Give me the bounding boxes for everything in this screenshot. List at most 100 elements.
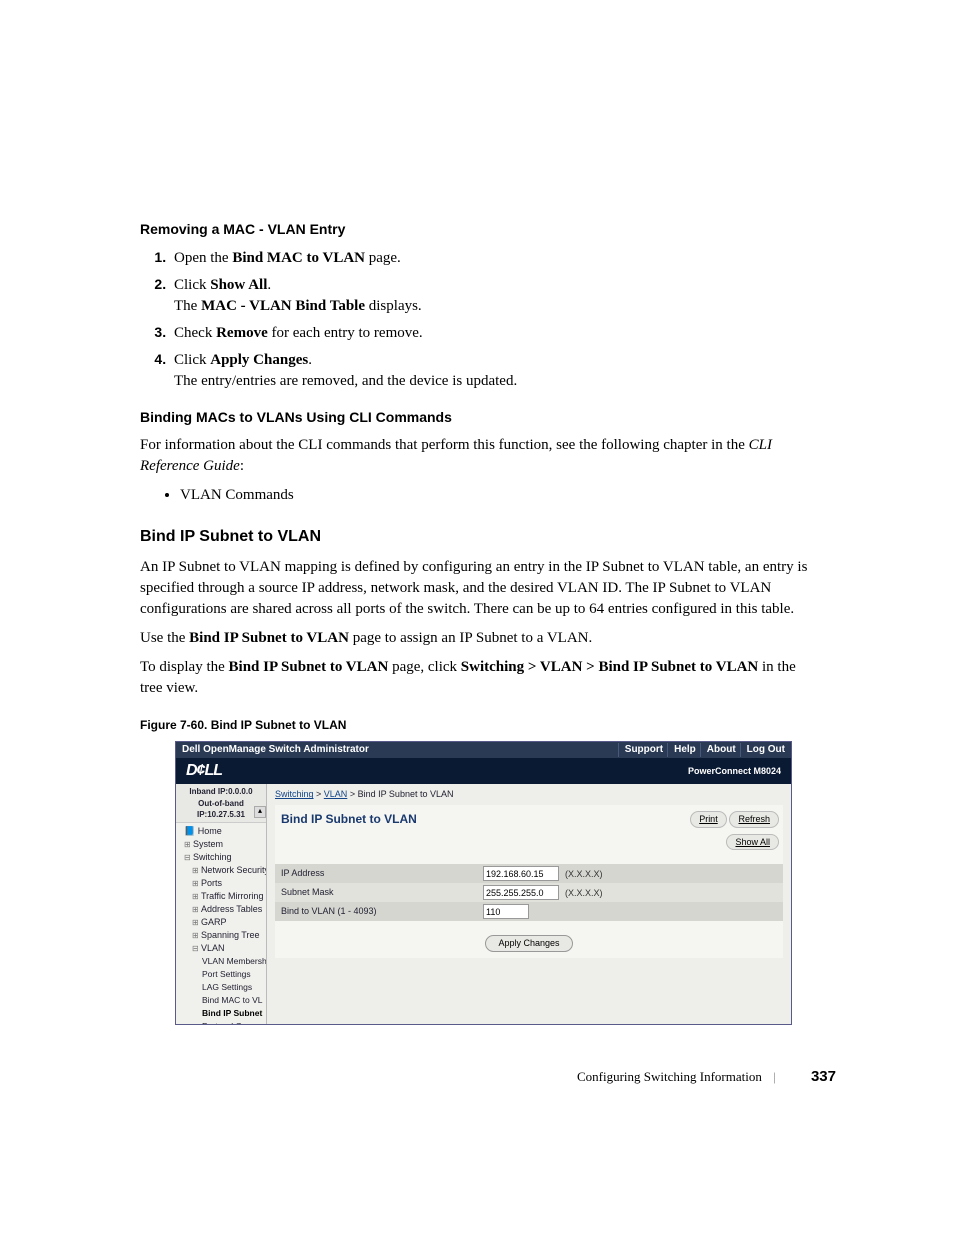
form-table: IP Address (X.X.X.X) Subnet Mask (X.X.X.… (275, 864, 783, 921)
nav-help[interactable]: Help (667, 743, 696, 757)
footer-separator: | (773, 1069, 776, 1084)
text: To display the (140, 659, 229, 675)
row-bind-vlan: Bind to VLAN (1 - 4093) (275, 902, 783, 921)
page-number: 337 (811, 1068, 836, 1085)
step-sub-end: displays. (365, 298, 422, 314)
tree-bind-ip-subnet[interactable]: Bind IP Subnet (180, 1007, 266, 1020)
crumb-vlan[interactable]: VLAN (324, 789, 348, 799)
step-bold: Show All (210, 277, 267, 293)
step-text-end: . (308, 352, 312, 368)
breadcrumb: Switching > VLAN > Bind IP Subnet to VLA… (267, 784, 791, 805)
panel-title: Bind IP Subnet to VLAN (281, 811, 417, 828)
step-text-end: page. (365, 250, 401, 266)
step-sub: The (174, 298, 201, 314)
scroll-up-icon[interactable]: ▴ (254, 806, 266, 818)
oob-ip: Out-of-band IP:10.27.5.31 (179, 798, 263, 820)
crumb-current: Bind IP Subnet to VLAN (358, 789, 454, 799)
step-bold: Apply Changes (210, 352, 308, 368)
tree-vlan-membership[interactable]: VLAN Membersh (180, 955, 266, 968)
hint-ip: (X.X.X.X) (559, 869, 603, 879)
input-subnet-mask[interactable] (483, 885, 559, 900)
hint-mask: (X.X.X.X) (559, 888, 603, 898)
nav-tree: 📘 Home System Switching Network Security… (176, 823, 266, 1024)
step-4: Click Apply Changes. The entry/entries a… (170, 350, 810, 392)
paragraph-cli: For information about the CLI commands t… (140, 435, 810, 477)
brand-bar: D¢LL PowerConnect M8024 (176, 758, 791, 784)
paragraph-bind3: To display the Bind IP Subnet to VLAN pa… (140, 657, 810, 699)
label-subnet-mask: Subnet Mask (275, 883, 477, 902)
footer-section: Configuring Switching Information (577, 1069, 762, 1084)
screenshot-panel: Dell OpenManage Switch Administrator Sup… (175, 741, 792, 1025)
tree-home[interactable]: 📘 Home (180, 825, 266, 838)
step-text: Check (174, 325, 216, 341)
tree-system[interactable]: System (180, 838, 266, 851)
ip-info: Inband IP:0.0.0.0 Out-of-band IP:10.27.5… (176, 784, 266, 823)
paragraph-bind2: Use the Bind IP Subnet to VLAN page to a… (140, 628, 810, 649)
step-text: Click (174, 352, 210, 368)
nav-support[interactable]: Support (618, 743, 663, 757)
text-bold: Switching > VLAN > Bind IP Subnet to VLA… (461, 659, 758, 675)
step-2: Click Show All. The MAC - VLAN Bind Tabl… (170, 275, 810, 317)
window-title: Dell OpenManage Switch Administrator (182, 743, 369, 757)
step-bold: Bind MAC to VLAN (232, 250, 365, 266)
tree-spanning-tree[interactable]: Spanning Tree (180, 929, 266, 942)
label-ip-address: IP Address (275, 864, 477, 883)
step-text: Click (174, 277, 210, 293)
tree-bind-mac[interactable]: Bind MAC to VL (180, 994, 266, 1007)
step-3: Check Remove for each entry to remove. (170, 323, 810, 344)
tree-vlan[interactable]: VLAN (180, 942, 266, 955)
text-bold: Bind IP Subnet to VLAN (229, 659, 389, 675)
window-title-bar: Dell OpenManage Switch Administrator Sup… (176, 742, 791, 758)
steps-list: Open the Bind MAC to VLAN page. Click Sh… (140, 248, 810, 392)
bullet-list: VLAN Commands (180, 485, 810, 506)
refresh-button[interactable]: Refresh (729, 811, 779, 828)
row-ip-address: IP Address (X.X.X.X) (275, 864, 783, 883)
tree-ports[interactable]: Ports (180, 877, 266, 890)
heading-remove-mac-vlan: Removing a MAC - VLAN Entry (140, 220, 810, 240)
tree-protocol-group[interactable]: Protocol Group (180, 1020, 266, 1024)
dell-logo: D¢LL (186, 760, 222, 782)
document-body: Removing a MAC - VLAN Entry Open the Bin… (140, 220, 810, 1025)
step-sub-bold: MAC - VLAN Bind Table (201, 298, 365, 314)
crumb-switching[interactable]: Switching (275, 789, 314, 799)
print-button[interactable]: Print (690, 811, 727, 828)
text: For information about the CLI commands t… (140, 437, 749, 453)
main-panel: Switching > VLAN > Bind IP Subnet to VLA… (267, 784, 791, 1024)
nav-about[interactable]: About (700, 743, 736, 757)
step-bold: Remove (216, 325, 268, 341)
nav-logout[interactable]: Log Out (740, 743, 785, 757)
tree-traffic-mirroring[interactable]: Traffic Mirroring (180, 890, 266, 903)
tree-network-security[interactable]: Network Security (180, 864, 266, 877)
paragraph-bind1: An IP Subnet to VLAN mapping is defined … (140, 557, 810, 620)
tree-garp[interactable]: GARP (180, 916, 266, 929)
step-text: Open the (174, 250, 232, 266)
apply-changes-button[interactable]: Apply Changes (485, 935, 572, 952)
text: page to assign an IP Subnet to a VLAN. (349, 630, 592, 646)
sidebar: Inband IP:0.0.0.0 Out-of-band IP:10.27.5… (176, 784, 267, 1024)
text-bold: Bind IP Subnet to VLAN (189, 630, 349, 646)
page-footer: Configuring Switching Information | 337 (577, 1068, 836, 1085)
step-1: Open the Bind MAC to VLAN page. (170, 248, 810, 269)
row-subnet-mask: Subnet Mask (X.X.X.X) (275, 883, 783, 902)
heading-bind-ip-subnet: Bind IP Subnet to VLAN (140, 526, 810, 548)
page: Removing a MAC - VLAN Entry Open the Bin… (0, 0, 954, 1235)
step-sub: The entry/entries are removed, and the d… (174, 371, 810, 392)
tree-port-settings[interactable]: Port Settings (180, 968, 266, 981)
form-panel: Bind IP Subnet to VLAN Print Refresh Sho… (275, 805, 783, 958)
text: : (240, 458, 244, 474)
heading-bind-mac-cli: Binding MACs to VLANs Using CLI Commands (140, 408, 810, 428)
bullet-vlan-commands: VLAN Commands (180, 485, 810, 506)
show-all-button[interactable]: Show All (726, 834, 779, 851)
input-ip-address[interactable] (483, 866, 559, 881)
tree-switching[interactable]: Switching (180, 851, 266, 864)
figure-caption: Figure 7-60. Bind IP Subnet to VLAN (140, 717, 810, 734)
model-label: PowerConnect M8024 (688, 765, 781, 778)
text: Use the (140, 630, 189, 646)
step-text-end: . (267, 277, 271, 293)
tree-address-tables[interactable]: Address Tables (180, 903, 266, 916)
input-bind-vlan[interactable] (483, 904, 529, 919)
label-bind-vlan: Bind to VLAN (1 - 4093) (275, 902, 477, 921)
text: page, click (388, 659, 460, 675)
tree-lag-settings[interactable]: LAG Settings (180, 981, 266, 994)
step-text-end: for each entry to remove. (268, 325, 423, 341)
